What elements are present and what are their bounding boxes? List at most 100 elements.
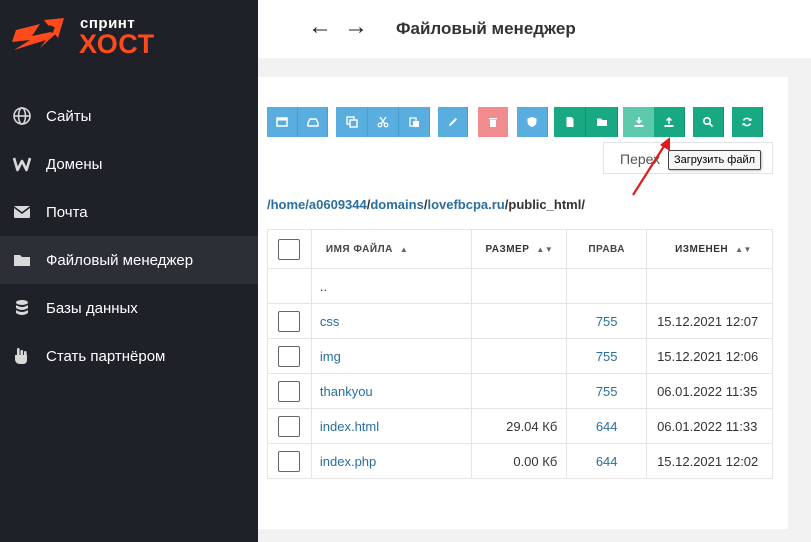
modified-date: 06.01.2022 11:33: [646, 408, 773, 444]
new-folder-button[interactable]: [586, 107, 618, 137]
table-row[interactable]: img 755 15.12.2021 12:06: [267, 338, 773, 374]
header: ← → Файловый менеджер: [258, 0, 811, 58]
database-icon: [12, 298, 32, 318]
sort-asc-icon: ▲: [399, 244, 409, 254]
sidebar-item-label: Почта: [46, 203, 88, 221]
file-name-link[interactable]: index.php: [320, 454, 376, 469]
refresh-icon: [742, 117, 752, 127]
modified-date: 15.12.2021 12:06: [646, 338, 773, 374]
sidebar-item-label: Сайты: [46, 107, 92, 125]
file-manager-panel: Перех Загрузить файл /home/a0609344/doma…: [258, 77, 788, 529]
sidebar-item-databases[interactable]: Базы данных: [0, 284, 258, 332]
sort-icon: ▲▼: [735, 244, 752, 254]
breadcrumb: /home/a0609344/domains/lovefbcpa.ru/publ…: [267, 197, 585, 212]
table-row[interactable]: index.php 0.00 Кб 644 15.12.2021 12:02: [267, 443, 773, 479]
hand-icon: [12, 346, 32, 366]
sidebar-item-domains[interactable]: Домены: [0, 140, 258, 188]
page-title: Файловый менеджер: [396, 19, 576, 38]
file-size: [471, 303, 568, 339]
search-button[interactable]: [693, 107, 724, 137]
file-name-link[interactable]: css: [320, 314, 340, 329]
select-all-cell: [267, 229, 312, 269]
paste-button[interactable]: [399, 107, 430, 137]
sort-icon: ▲▼: [536, 244, 554, 254]
sidebar-nav: Сайты Домены Почта Файловый менеджер Баз…: [0, 92, 258, 380]
size-header-label: РАЗМЕР: [485, 243, 530, 255]
sidebar-item-sites[interactable]: Сайты: [0, 92, 258, 140]
row-checkbox[interactable]: [278, 380, 301, 402]
name-column-header[interactable]: ИМЯ ФАЙЛА ▲: [310, 229, 473, 269]
table-header-row: ИМЯ ФАЙЛА ▲ РАЗМЕР ▲▼ ПРАВА ИЗМЕНЕН ▲▼: [267, 229, 773, 269]
rename-button[interactable]: [438, 107, 468, 137]
row-checkbox[interactable]: [278, 310, 301, 332]
forward-arrow-icon[interactable]: →: [344, 15, 368, 39]
size-column-header[interactable]: РАЗМЕР ▲▼: [471, 229, 568, 269]
row-checkbox[interactable]: [278, 345, 301, 367]
deselect-icon: [306, 118, 319, 127]
paste-icon: [409, 117, 419, 127]
upload-button[interactable]: [654, 107, 685, 137]
row-checkbox[interactable]: [278, 450, 301, 472]
sidebar-item-label: Стать партнёром: [46, 347, 166, 365]
permissions-link[interactable]: 755: [596, 349, 618, 364]
breadcrumb-domains[interactable]: domains: [370, 197, 423, 212]
w-icon: [12, 154, 32, 174]
file-name-link[interactable]: thankyou: [320, 384, 373, 399]
deselect-button[interactable]: [298, 107, 328, 137]
delete-button[interactable]: [478, 107, 508, 137]
table-row[interactable]: css 755 15.12.2021 12:07: [267, 303, 773, 339]
new-folder-icon: [596, 118, 607, 126]
rocket-logo-icon: [12, 18, 64, 50]
refresh-button[interactable]: [732, 107, 763, 137]
breadcrumb-site[interactable]: lovefbcpa.ru: [427, 197, 504, 212]
table-row-updir[interactable]: ..: [267, 268, 773, 304]
cut-button[interactable]: [368, 107, 399, 137]
sidebar-item-label: Домены: [46, 155, 103, 173]
permissions-link[interactable]: 644: [596, 419, 618, 434]
upload-tooltip: Загрузить файл: [668, 150, 762, 170]
modified-header-label: ИЗМЕНЕН: [675, 243, 729, 255]
rights-header-label: ПРАВА: [588, 243, 625, 255]
breadcrumb-home[interactable]: /home/a0609344: [267, 197, 367, 212]
permissions-link[interactable]: 755: [596, 384, 618, 399]
envelope-icon: [12, 202, 32, 222]
row-checkbox[interactable]: [278, 415, 301, 437]
rights-column-header[interactable]: ПРАВА: [566, 229, 648, 269]
cut-icon: [377, 116, 389, 128]
table-row[interactable]: thankyou 755 06.01.2022 11:35: [267, 373, 773, 409]
new-file-icon: [566, 117, 573, 127]
rename-icon: [448, 118, 457, 126]
sidebar-item-partner[interactable]: Стать партнёром: [0, 332, 258, 380]
file-name-link[interactable]: img: [320, 349, 341, 364]
new-file-button[interactable]: [554, 107, 586, 137]
upload-icon: [664, 116, 674, 127]
table-row[interactable]: index.html 29.04 Кб 644 06.01.2022 11:33: [267, 408, 773, 444]
updir-link[interactable]: ..: [310, 268, 473, 304]
copy-icon: [345, 116, 358, 128]
permissions-icon: [527, 117, 537, 127]
globe-icon: [12, 106, 32, 126]
sidebar-item-label: Базы данных: [46, 299, 138, 317]
copy-button[interactable]: [336, 107, 368, 137]
file-size: [471, 338, 568, 374]
back-arrow-icon[interactable]: ←: [308, 15, 332, 39]
download-button[interactable]: [623, 107, 654, 137]
sidebar-item-file-manager[interactable]: Файловый менеджер: [0, 236, 258, 284]
select-all-icon: [276, 117, 288, 127]
download-icon: [634, 117, 643, 127]
modified-date: 15.12.2021 12:02: [646, 443, 773, 479]
logo[interactable]: спринт ХОСТ: [10, 14, 160, 60]
permissions-link[interactable]: 755: [596, 314, 618, 329]
permissions-link[interactable]: 644: [596, 454, 618, 469]
modified-column-header[interactable]: ИЗМЕНЕН ▲▼: [646, 229, 773, 269]
sidebar-item-mail[interactable]: Почта: [0, 188, 258, 236]
delete-icon: [489, 118, 497, 127]
file-name-link[interactable]: index.html: [320, 419, 379, 434]
select-all-checkbox[interactable]: [278, 238, 301, 260]
name-header-label: ИМЯ ФАЙЛА: [325, 243, 393, 255]
logo-big-text: ХОСТ: [79, 29, 155, 59]
file-size: [471, 373, 568, 409]
select-all-button[interactable]: [267, 107, 298, 137]
sidebar-item-label: Файловый менеджер: [46, 251, 194, 269]
permissions-button[interactable]: [517, 107, 548, 137]
